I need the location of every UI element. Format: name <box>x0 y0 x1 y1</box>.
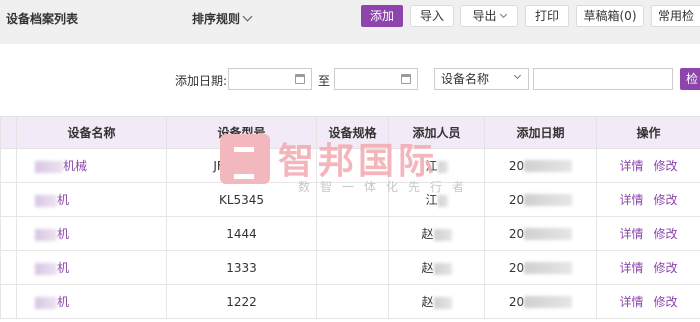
redacted-mask <box>524 262 573 274</box>
export-label: 导出 <box>472 9 497 23</box>
redacted-mask <box>437 160 448 173</box>
search-button[interactable]: 检 <box>680 68 700 90</box>
redacted-mask <box>433 228 452 241</box>
calendar-icon <box>401 74 411 84</box>
device-model-cell: 1222 <box>166 284 317 319</box>
edit-link[interactable]: 修改 <box>654 295 678 309</box>
row-select-cell[interactable] <box>0 284 17 319</box>
column-header[interactable]: 设备规格 <box>316 116 389 149</box>
row-actions: 详情 修改 <box>596 250 700 285</box>
redacted-mask <box>524 228 573 240</box>
redacted-mask <box>35 160 63 173</box>
device-spec-cell <box>316 216 389 251</box>
added-date-cell: 20 <box>484 284 597 319</box>
import-button[interactable]: 导入 <box>410 5 454 27</box>
print-button[interactable]: 打印 <box>525 5 569 27</box>
device-name-link[interactable]: 机 <box>16 216 167 251</box>
device-spec-cell <box>316 250 389 285</box>
device-name-link[interactable]: 机 <box>16 284 167 319</box>
top-toolbar: 设备档案列表 排序规则 添加 导入 导出 打印 草稿箱(0) 常用检 <box>0 0 700 44</box>
table-row: 机 1444 赵 20 详情 修改 <box>0 216 700 251</box>
add-button[interactable]: 添加 <box>361 5 403 27</box>
edit-link[interactable]: 修改 <box>654 193 678 207</box>
edit-link[interactable]: 修改 <box>654 227 678 241</box>
date-filter-label: 添加日期: <box>175 74 228 88</box>
redacted-mask <box>524 194 573 206</box>
device-model-cell: 1444 <box>166 216 317 251</box>
redacted-mask <box>437 194 448 207</box>
redacted-mask <box>35 228 57 241</box>
device-spec-cell <box>316 182 389 217</box>
added-date-cell: 20 <box>484 148 597 183</box>
table-row: 机 KL5345 江 20 详情 修改 <box>0 182 700 217</box>
redacted-mask <box>35 194 57 207</box>
common-search-button[interactable]: 常用检 <box>651 5 700 27</box>
detail-link[interactable]: 详情 <box>619 261 643 275</box>
added-by-cell: 赵 <box>388 216 485 251</box>
field-select[interactable]: 设备名称 <box>434 68 529 90</box>
device-spec-cell <box>316 284 389 319</box>
chevron-down-icon <box>242 11 253 22</box>
column-header[interactable]: 设备型号 <box>166 116 317 149</box>
table-row: 机 1333 赵 20 详情 修改 <box>0 250 700 285</box>
row-actions: 详情 修改 <box>596 148 700 183</box>
device-name-link[interactable]: 机 <box>16 182 167 217</box>
export-button[interactable]: 导出 <box>460 5 518 27</box>
added-by-cell: 赵 <box>388 284 485 319</box>
detail-link[interactable]: 详情 <box>619 193 643 207</box>
row-actions: 详情 修改 <box>596 284 700 319</box>
column-header[interactable]: 设备名称 <box>16 116 167 149</box>
field-select-value: 设备名称 <box>441 72 490 86</box>
date-end-input[interactable] <box>334 68 418 90</box>
redacted-mask <box>35 262 57 275</box>
chevron-down-icon <box>499 10 507 19</box>
row-select-cell[interactable] <box>0 148 17 183</box>
edit-link[interactable]: 修改 <box>654 261 678 275</box>
redacted-mask <box>524 296 573 308</box>
added-date-cell: 20 <box>484 250 597 285</box>
date-to-label: 至 <box>318 74 331 88</box>
select-column-header <box>0 116 17 149</box>
detail-link[interactable]: 详情 <box>619 227 643 241</box>
device-name-link[interactable]: 机 <box>16 250 167 285</box>
table-row: 机械 JF685845 江 20 详情 修改 <box>0 148 700 183</box>
sort-rule-dropdown[interactable]: 排序规则 <box>192 10 253 27</box>
added-by-cell: 赵 <box>388 250 485 285</box>
added-by-cell: 江 <box>388 148 485 183</box>
row-actions: 详情 修改 <box>596 216 700 251</box>
redacted-mask <box>433 262 452 275</box>
keyword-input[interactable] <box>533 68 673 90</box>
device-name-link[interactable]: 机械 <box>16 148 167 183</box>
sort-rule-label: 排序规则 <box>192 12 241 26</box>
device-model-cell: KL5345 <box>166 182 317 217</box>
row-actions: 详情 修改 <box>596 182 700 217</box>
detail-link[interactable]: 详情 <box>619 295 643 309</box>
device-spec-cell <box>316 148 389 183</box>
row-select-cell[interactable] <box>0 216 17 251</box>
row-select-cell[interactable] <box>0 250 17 285</box>
device-model-cell: 1333 <box>166 250 317 285</box>
row-select-cell[interactable] <box>0 182 17 217</box>
device-model-cell: JF685845 <box>166 148 317 183</box>
column-header: 操作 <box>596 116 700 149</box>
edit-link[interactable]: 修改 <box>654 159 678 173</box>
redacted-mask <box>524 160 573 172</box>
added-date-cell: 20 <box>484 216 597 251</box>
drafts-button[interactable]: 草稿箱(0) <box>576 5 644 27</box>
page-title: 设备档案列表 <box>6 12 79 26</box>
device-table: 设备名称 设备型号 设备规格 添加人员 添加日期 操作 机械 JF685845 … <box>0 116 700 319</box>
added-by-cell: 江 <box>388 182 485 217</box>
column-header[interactable]: 添加人员 <box>388 116 485 149</box>
detail-link[interactable]: 详情 <box>619 159 643 173</box>
chevron-down-icon <box>513 71 522 80</box>
table-row: 机 1222 赵 20 详情 修改 <box>0 284 700 319</box>
redacted-mask <box>433 296 452 309</box>
column-header[interactable]: 添加日期 <box>484 116 597 149</box>
added-date-cell: 20 <box>484 182 597 217</box>
date-start-input[interactable] <box>228 68 312 90</box>
redacted-mask <box>35 296 57 309</box>
table-header-row: 设备名称 设备型号 设备规格 添加人员 添加日期 操作 <box>0 116 700 149</box>
calendar-icon <box>295 74 305 84</box>
